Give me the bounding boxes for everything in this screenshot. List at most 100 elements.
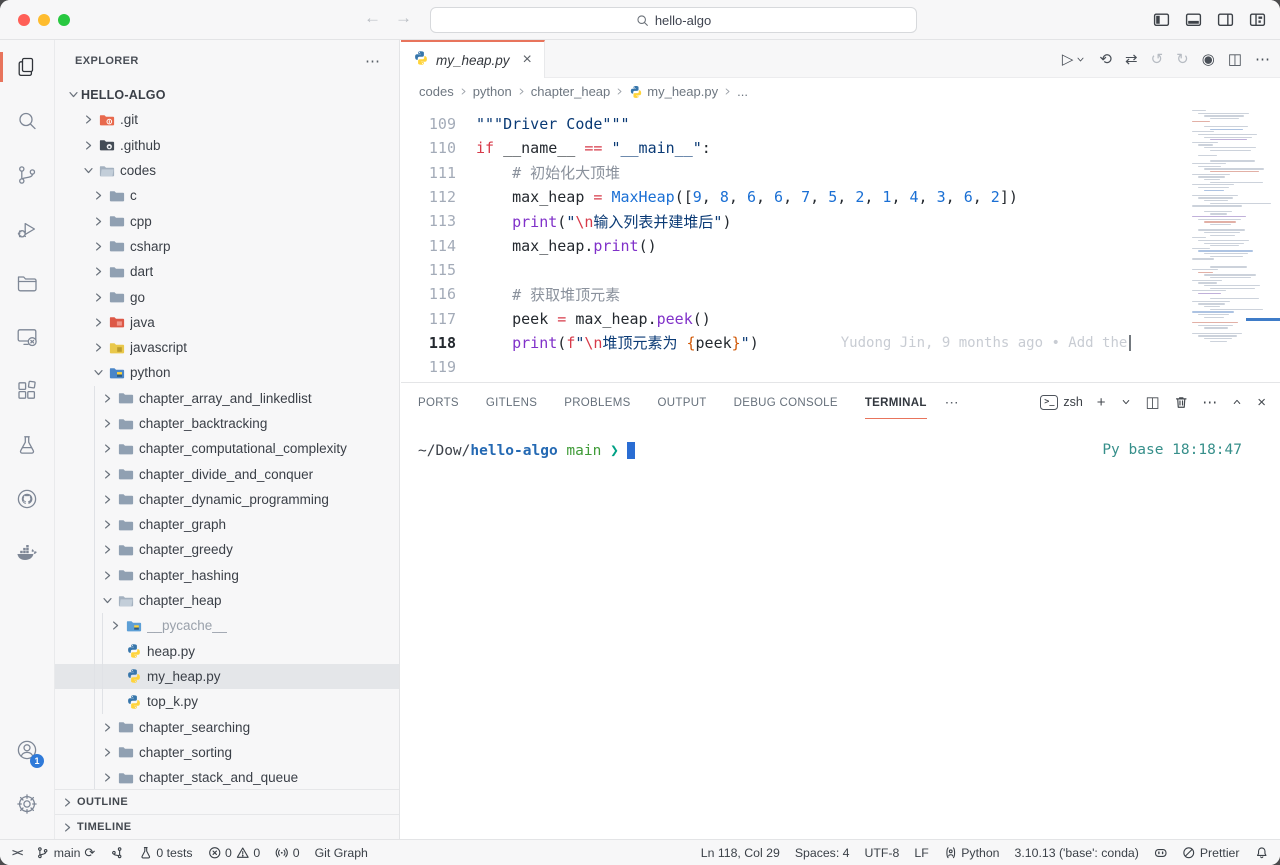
status-language-python[interactable]: Python	[944, 846, 1000, 860]
tree-item-codes[interactable]: codes	[55, 158, 399, 183]
tree-item-top-k-py[interactable]: top_k.py	[55, 689, 399, 714]
code-line-115[interactable]: 115	[401, 258, 1190, 282]
tree-item-go[interactable]: go	[55, 284, 399, 309]
panel-tab-output[interactable]: OUTPUT	[658, 385, 707, 419]
code-line-118[interactable]: 118 print(f"\n堆顶元素为 {peek}")Yudong Jin, …	[401, 331, 1190, 355]
maximize-panel-icon[interactable]	[1231, 396, 1243, 408]
tree-item--github[interactable]: .github	[55, 133, 399, 158]
code-line-111[interactable]: 111 # 初始化大顶堆	[401, 161, 1190, 185]
activity-item-accounts[interactable]: 1	[0, 723, 54, 777]
status-remote-indicator[interactable]: ><	[12, 846, 21, 859]
code-line-116[interactable]: 116 # 获取堆顶元素	[401, 282, 1190, 306]
close-panel-icon[interactable]: ×	[1257, 395, 1266, 410]
breadcrumb-item-chapter-heap[interactable]: chapter_heap	[531, 84, 611, 99]
activity-item-run-debug[interactable]	[0, 202, 54, 256]
tree-item-chapter-divide-and-conquer[interactable]: chapter_divide_and_conquer	[55, 461, 399, 486]
status-notifications[interactable]	[1255, 846, 1269, 860]
status-problems[interactable]: 00	[208, 846, 261, 860]
tree-item-java[interactable]: java	[55, 310, 399, 335]
tree-item-chapter-heap[interactable]: chapter_heap	[55, 588, 399, 613]
panel-tab-debug-console[interactable]: DEBUG CONSOLE	[734, 385, 838, 419]
tree-item-chapter-backtracking[interactable]: chapter_backtracking	[55, 411, 399, 436]
split-terminal-icon[interactable]: ◫	[1146, 395, 1160, 410]
status-test-status[interactable]: 0 tests	[139, 846, 193, 860]
status-eol[interactable]: LF	[914, 846, 928, 860]
tree-item-my-heap-py[interactable]: my_heap.py	[55, 664, 399, 689]
code-line-117[interactable]: 117 peek = max_heap.peek()	[401, 306, 1190, 330]
tree-item-chapter-array-and-linkedlist[interactable]: chapter_array_and_linkedlist	[55, 386, 399, 411]
code-line-112[interactable]: 112 max_heap = MaxHeap([9, 8, 6, 6, 7, 5…	[401, 185, 1190, 209]
sidebar-section-outline[interactable]: OUTLINE	[55, 789, 399, 814]
code-line-109[interactable]: 109"""Driver Code"""	[401, 112, 1190, 136]
minimize-window-button[interactable]	[38, 14, 50, 26]
terminal-dropdown-icon[interactable]	[1120, 396, 1132, 408]
explorer-more-actions-icon[interactable]: ⋯	[365, 52, 381, 70]
tree-item-chapter-hashing[interactable]: chapter_hashing	[55, 563, 399, 588]
code-line-110[interactable]: 110if __name__ == "__main__":	[401, 136, 1190, 160]
layout-panel-icon[interactable]	[1185, 11, 1202, 28]
activity-item-project-manager[interactable]	[0, 256, 54, 310]
new-terminal-icon[interactable]: +	[1097, 395, 1106, 410]
tree-item--pycache-[interactable]: __pycache__	[55, 613, 399, 638]
open-changes-icon[interactable]: ⇄	[1125, 52, 1138, 67]
close-tab-icon[interactable]: ×	[523, 52, 532, 68]
layout-sidebar-left-icon[interactable]	[1153, 11, 1170, 28]
run-icon[interactable]: ▷	[1062, 52, 1087, 67]
sidebar-section-timeline[interactable]: TIMELINE	[55, 814, 399, 839]
activity-item-source-control[interactable]	[0, 148, 54, 202]
breadcrumb-item-codes[interactable]: codes	[419, 84, 454, 99]
navigate-forward-icon[interactable]: →	[395, 8, 412, 28]
gitlens-graph-icon[interactable]: ◉	[1202, 52, 1215, 67]
tree-item-chapter-computational-complexity[interactable]: chapter_computational_complexity	[55, 436, 399, 461]
status-branch-status[interactable]: main⟳	[36, 845, 95, 861]
tree-item-c[interactable]: c	[55, 183, 399, 208]
activity-item-extensions[interactable]	[0, 364, 54, 418]
status-cursor-position[interactable]: Ln 118, Col 29	[701, 846, 780, 860]
status-encoding[interactable]: UTF-8	[865, 846, 900, 860]
tree-item-dart[interactable]: dart	[55, 259, 399, 284]
tree-item-chapter-searching[interactable]: chapter_searching	[55, 714, 399, 739]
activity-item-explorer[interactable]	[0, 40, 54, 94]
status-python-interpreter[interactable]: 3.10.13 ('base': conda)	[1015, 846, 1139, 860]
close-window-button[interactable]	[18, 14, 30, 26]
terminal-shell[interactable]: >_zsh	[1040, 395, 1082, 410]
tree-item-heap-py[interactable]: heap.py	[55, 639, 399, 664]
split-editor-icon[interactable]: ◫	[1228, 52, 1242, 67]
breadcrumb-item-my-heap-py[interactable]: my_heap.py	[629, 84, 718, 99]
panel-tab-terminal[interactable]: TERMINAL	[865, 385, 927, 419]
tree-item-hello-algo[interactable]: HELLO-ALGO	[55, 82, 399, 107]
status-git-graph-button[interactable]	[110, 846, 124, 860]
layout-customize-icon[interactable]	[1249, 11, 1266, 28]
zoom-window-button[interactable]	[58, 14, 70, 26]
tree-item-cpp[interactable]: cpp	[55, 208, 399, 233]
command-center-search[interactable]: hello-algo	[430, 7, 917, 33]
status-ports-forwarded[interactable]: 0	[275, 846, 299, 860]
minimap[interactable]	[1190, 110, 1268, 382]
tab-my-heap[interactable]: my_heap.py ×	[401, 40, 545, 78]
code-line-113[interactable]: 113 print("\n输入列表并建堆后")	[401, 209, 1190, 233]
status-prettier[interactable]: Prettier	[1182, 846, 1239, 860]
activity-item-github[interactable]	[0, 472, 54, 526]
breadcrumb-item--[interactable]: ...	[737, 84, 748, 99]
kill-terminal-icon[interactable]	[1174, 395, 1189, 410]
status-git-graph-label[interactable]: Git Graph	[315, 846, 368, 860]
activity-item-settings[interactable]	[0, 777, 54, 831]
more-actions-icon[interactable]: ⋯	[1255, 52, 1270, 67]
panel-tab-problems[interactable]: PROBLEMS	[564, 385, 630, 419]
status-copilot[interactable]	[1154, 846, 1168, 860]
code-line-119[interactable]: 119	[401, 355, 1190, 379]
activity-item-testing[interactable]	[0, 418, 54, 472]
layout-sidebar-right-icon[interactable]	[1217, 11, 1234, 28]
activity-item-remote-explorer[interactable]	[0, 310, 54, 364]
tree-item-csharp[interactable]: csharp	[55, 234, 399, 259]
more-terminal-actions-icon[interactable]: ⋯	[1202, 395, 1217, 410]
tree-item-javascript[interactable]: javascript	[55, 335, 399, 360]
tree-item-chapter-graph[interactable]: chapter_graph	[55, 512, 399, 537]
tree-item-chapter-greedy[interactable]: chapter_greedy	[55, 537, 399, 562]
code-line-114[interactable]: 114 max_heap.print()	[401, 233, 1190, 257]
status-indentation[interactable]: Spaces: 4	[795, 846, 850, 860]
panel-tab-gitlens[interactable]: GITLENS	[486, 385, 537, 419]
breadcrumb-item-python[interactable]: python	[473, 84, 512, 99]
tree-item-chapter-sorting[interactable]: chapter_sorting	[55, 740, 399, 765]
code-editor[interactable]: 109"""Driver Code"""110if __name__ == "_…	[401, 105, 1190, 382]
